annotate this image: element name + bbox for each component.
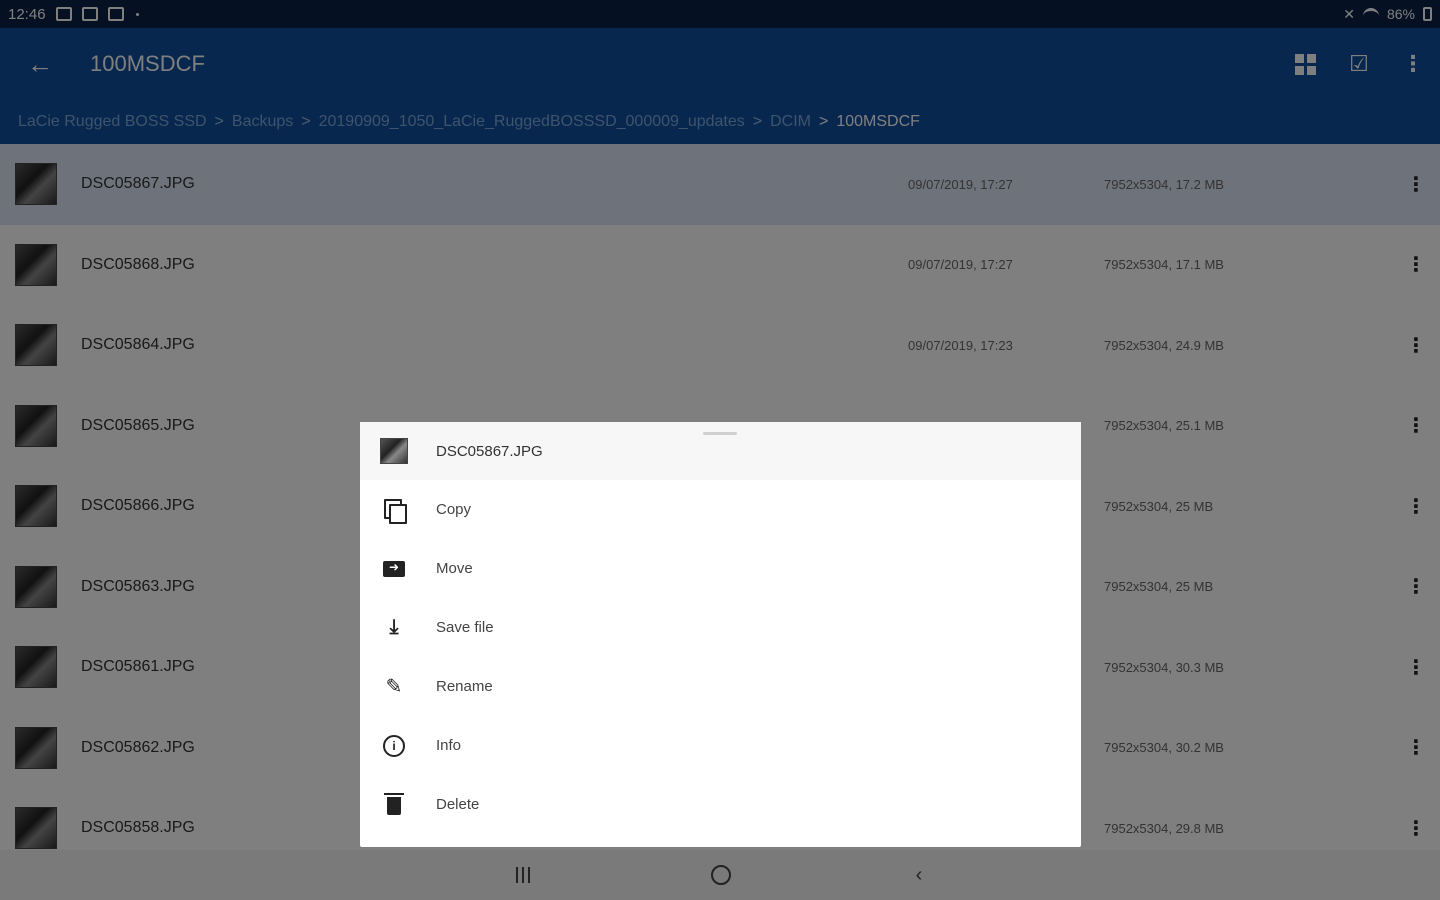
action-copy[interactable]: Copy (360, 480, 1081, 539)
sheet-file-thumbnail (380, 438, 408, 464)
system-nav-bar: ‹ (0, 850, 1440, 900)
sheet-header: DSC05867.JPG (360, 422, 1081, 480)
action-rename[interactable]: ✎ Rename (360, 657, 1081, 716)
sheet-drag-handle[interactable] (703, 432, 737, 435)
sheet-file-name: DSC05867.JPG (436, 442, 543, 460)
chevron-left-icon: ‹ (915, 863, 923, 886)
info-icon: i (380, 734, 408, 757)
action-label: Delete (436, 796, 480, 813)
action-label: Save file (436, 619, 494, 636)
action-info[interactable]: i Info (360, 716, 1081, 775)
home-icon (711, 865, 731, 885)
copy-icon (380, 498, 408, 524)
download-icon: ⤓ (389, 616, 399, 638)
action-save-file[interactable]: ⤓ Save file (360, 598, 1081, 657)
recents-icon (516, 867, 530, 883)
pencil-icon: ✎ (385, 676, 403, 698)
action-label: Rename (436, 678, 493, 695)
trash-icon (380, 793, 408, 815)
action-label: Move (436, 560, 473, 577)
recents-button[interactable] (493, 850, 553, 900)
home-button[interactable] (691, 850, 751, 900)
file-actions-sheet: DSC05867.JPG Copy Move ⤓ Save file ✎ Ren… (360, 422, 1081, 847)
action-label: Info (436, 737, 462, 754)
action-label: Copy (436, 501, 472, 518)
action-delete[interactable]: Delete (360, 775, 1081, 834)
action-move[interactable]: Move (360, 539, 1081, 598)
move-icon (380, 560, 408, 577)
system-back-button[interactable]: ‹ (889, 850, 949, 900)
